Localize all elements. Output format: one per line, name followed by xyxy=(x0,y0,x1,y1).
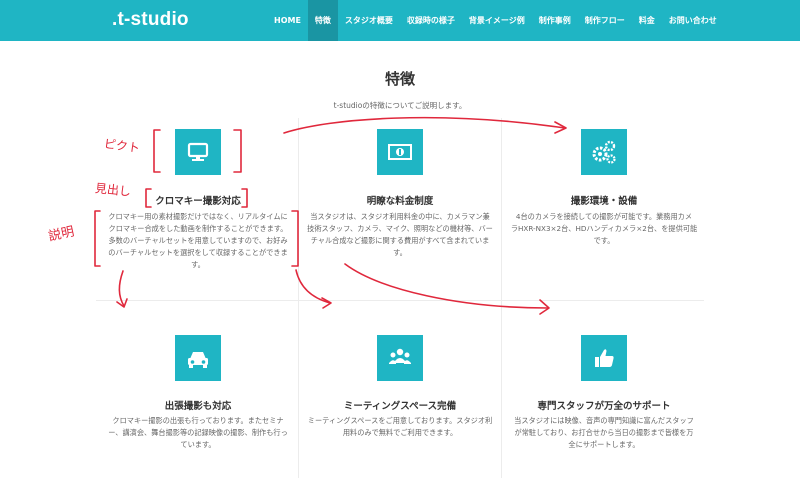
annotation-arrowhead xyxy=(539,299,550,315)
annotation-arrowhead xyxy=(321,297,332,309)
annotation-arrow xyxy=(118,270,125,307)
annotation-arrow xyxy=(283,116,566,134)
annotation-overlay xyxy=(94,116,567,315)
annotation-label-heading: 見出し xyxy=(94,181,132,199)
annotation-bracket xyxy=(153,129,161,173)
annotation-arrow xyxy=(295,269,331,304)
annotation-bracket xyxy=(94,210,101,267)
annotation-bracket xyxy=(241,188,248,208)
annotation-bracket xyxy=(291,210,299,267)
annotation-bracket xyxy=(145,188,152,208)
annotation-arrow xyxy=(344,263,549,309)
annotation-bracket xyxy=(233,129,242,173)
